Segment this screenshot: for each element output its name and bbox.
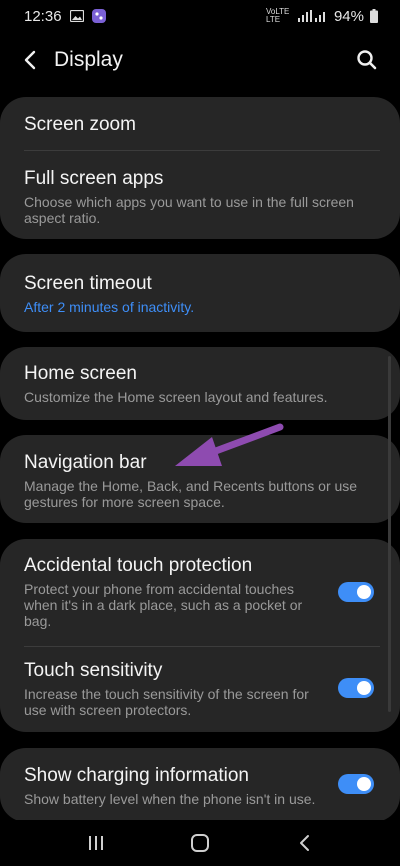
touch-sensitivity-toggle[interactable] [338, 678, 374, 698]
toggle-knob [357, 777, 371, 791]
recents-button[interactable] [82, 832, 110, 854]
chevron-left-icon [24, 50, 36, 70]
setting-accidental-touch[interactable]: Accidental touch protection Protect your… [24, 554, 320, 629]
accidental-touch-title: Accidental touch protection [24, 555, 253, 576]
setting-full-screen-apps[interactable]: Full screen apps Choose which apps you w… [24, 167, 376, 226]
card-home-screen: Home screen Customize the Home screen la… [0, 347, 400, 420]
home-button[interactable] [186, 832, 214, 854]
home-screen-subtitle: Customize the Home screen layout and fea… [24, 389, 328, 405]
signal-icon [297, 10, 325, 22]
search-icon [357, 50, 377, 70]
battery-percent: 94% [333, 7, 364, 25]
setting-screen-timeout[interactable]: Screen timeout After 2 minutes of inacti… [24, 272, 376, 315]
setting-navigation-bar[interactable]: Navigation bar Manage the Home, Back, an… [24, 451, 376, 510]
setting-screen-zoom[interactable]: Screen zoom [24, 113, 376, 137]
divider [24, 150, 380, 151]
image-notification-icon [69, 10, 84, 22]
battery-icon [370, 9, 378, 23]
charging-info-title: Show charging information [24, 765, 249, 786]
system-nav-bar [0, 820, 400, 866]
toggle-knob [357, 681, 371, 695]
card-navigation-bar: Navigation bar Manage the Home, Back, an… [0, 435, 400, 523]
navigation-bar-subtitle: Manage the Home, Back, and Recents butto… [24, 478, 358, 510]
full-screen-apps-title: Full screen apps [24, 168, 164, 189]
charging-info-subtitle: Show battery level when the phone isn't … [24, 791, 316, 807]
divider [24, 646, 380, 647]
scrollbar[interactable] [388, 356, 391, 712]
screen-timeout-value: After 2 minutes of inactivity. [24, 299, 195, 315]
setting-home-screen[interactable]: Home screen Customize the Home screen la… [24, 362, 376, 405]
card-charging-info: Show charging information Show battery l… [0, 748, 400, 822]
accidental-touch-toggle[interactable] [338, 582, 374, 602]
status-bar: 12:36 VoLTE LTE 94% [0, 0, 400, 32]
toggle-knob [357, 585, 371, 599]
back-nav-button[interactable] [291, 832, 319, 854]
back-icon [300, 835, 309, 851]
setting-touch-sensitivity[interactable]: Touch sensitivity Increase the touch sen… [24, 659, 320, 718]
app-header: Display [0, 40, 400, 80]
touch-sensitivity-title: Touch sensitivity [24, 660, 163, 681]
accidental-touch-subtitle: Protect your phone from accidental touch… [24, 581, 303, 629]
page-title: Display [54, 48, 123, 71]
navigation-bar-title: Navigation bar [24, 452, 147, 473]
charging-info-toggle[interactable] [338, 774, 374, 794]
card-touch: Accidental touch protection Protect your… [0, 539, 400, 732]
card-zoom-fullscreen: Screen zoom Full screen apps Choose whic… [0, 97, 400, 239]
home-icon [191, 834, 209, 852]
setting-charging-info[interactable]: Show charging information Show battery l… [24, 764, 320, 807]
screen-timeout-title: Screen timeout [24, 273, 152, 294]
back-button[interactable] [18, 48, 46, 72]
card-screen-timeout: Screen timeout After 2 minutes of inacti… [0, 254, 400, 332]
search-button[interactable] [354, 47, 380, 73]
app-notification-icon [91, 9, 106, 23]
full-screen-apps-subtitle: Choose which apps you want to use in the… [24, 194, 354, 226]
touch-sensitivity-subtitle: Increase the touch sensitivity of the sc… [24, 686, 309, 718]
network-indicator: VoLTE LTE [265, 7, 290, 24]
home-screen-title: Home screen [24, 363, 137, 384]
recents-icon [89, 836, 103, 850]
status-time: 12:36 [24, 7, 62, 25]
screen-zoom-title: Screen zoom [24, 114, 136, 135]
